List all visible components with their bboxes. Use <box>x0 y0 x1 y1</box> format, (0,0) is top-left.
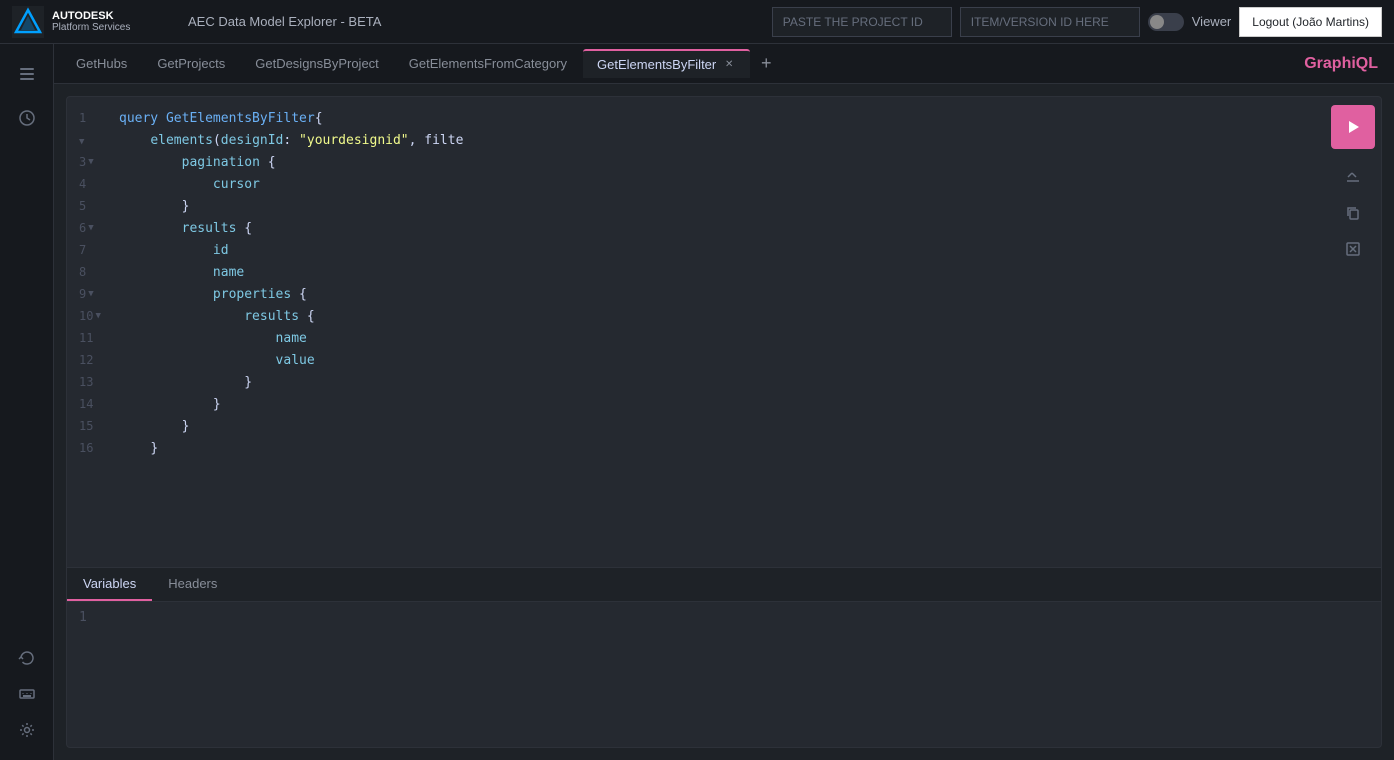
editor-area: 1 query GetElementsByFilter{ ▼ elements(… <box>54 84 1394 760</box>
graphiql-label: GraphiQL <box>1304 55 1386 73</box>
code-line-6: 6 ▼ results { <box>67 219 1325 241</box>
tab-add-button[interactable]: + <box>752 50 780 78</box>
code-line-1: 1 query GetElementsByFilter{ <box>67 109 1325 131</box>
viewer-toggle: Viewer <box>1148 13 1232 31</box>
viewer-label: Viewer <box>1192 14 1232 29</box>
app-title: AEC Data Model Explorer - BETA <box>188 14 756 29</box>
code-line-14: 14 } <box>67 395 1325 417</box>
sidebar-bottom <box>9 640 45 748</box>
bottom-line-num: 1 <box>79 610 87 625</box>
prettify-button[interactable] <box>1337 161 1369 193</box>
code-line-4: 4 cursor <box>67 175 1325 197</box>
code-line-8: 8 name <box>67 263 1325 285</box>
clear-button[interactable] <box>1337 233 1369 265</box>
autodesk-logo <box>12 6 44 38</box>
bottom-tabs: Variables Headers <box>67 568 1381 602</box>
list-icon <box>18 65 36 83</box>
sidebar-icon-history[interactable] <box>9 100 45 136</box>
code-line-9: 9 ▼ properties { <box>67 285 1325 307</box>
history-icon <box>18 109 36 127</box>
code-line-13: 13 } <box>67 373 1325 395</box>
tab-gethubs[interactable]: GetHubs <box>62 50 141 77</box>
content-area: GetHubs GetProjects GetDesignsByProject … <box>54 44 1394 760</box>
copy-button[interactable] <box>1337 197 1369 229</box>
refresh-icon <box>18 649 36 667</box>
clear-icon <box>1345 241 1361 257</box>
editor-panel: 1 query GetElementsByFilter{ ▼ elements(… <box>66 96 1382 748</box>
tab-getdesignsbyproject[interactable]: GetDesignsByProject <box>241 50 393 77</box>
main-layout: GetHubs GetProjects GetDesignsByProject … <box>0 44 1394 760</box>
keyboard-icon <box>18 685 36 703</box>
bottom-panel: Variables Headers 1 <box>67 567 1381 747</box>
code-line-7: 7 id <box>67 241 1325 263</box>
editor-sidebar-btns <box>1325 97 1381 567</box>
editor-top: 1 query GetElementsByFilter{ ▼ elements(… <box>67 97 1381 567</box>
play-icon <box>1344 118 1362 136</box>
code-line-16: 16 } <box>67 439 1325 461</box>
code-editor[interactable]: 1 query GetElementsByFilter{ ▼ elements(… <box>67 97 1325 567</box>
run-query-button[interactable] <box>1331 105 1375 149</box>
viewer-toggle-switch[interactable] <box>1148 13 1184 31</box>
code-line-12: 12 value <box>67 351 1325 373</box>
bottom-tab-variables[interactable]: Variables <box>67 568 152 601</box>
item-version-input[interactable] <box>960 7 1140 37</box>
code-line-2: ▼ elements(designId: "yourdesignid", fil… <box>67 131 1325 153</box>
sidebar-icon-refresh[interactable] <box>9 640 45 676</box>
sidebar-icon-keyboard[interactable] <box>9 676 45 712</box>
code-line-15: 15 } <box>67 417 1325 439</box>
tab-getprojects[interactable]: GetProjects <box>143 50 239 77</box>
bottom-content[interactable]: 1 <box>67 602 1381 747</box>
copy-icon <box>1345 205 1361 221</box>
settings-icon <box>18 721 36 739</box>
tabs-bar: GetHubs GetProjects GetDesignsByProject … <box>54 44 1394 84</box>
code-line-11: 11 name <box>67 329 1325 351</box>
logout-button[interactable]: Logout (João Martins) <box>1239 7 1382 37</box>
tab-getelementsbyfilter[interactable]: GetElementsByFilter ✕ <box>583 49 750 78</box>
toggle-knob <box>1150 15 1164 29</box>
header-inputs: Viewer Logout (João Martins) <box>772 7 1382 37</box>
code-line-5: 5 } <box>67 197 1325 219</box>
logo-text: AUTODESK Platform Services <box>52 10 130 33</box>
code-line-10: 10 ▼ results { <box>67 307 1325 329</box>
logo-area: AUTODESK Platform Services <box>12 6 172 38</box>
header: AUTODESK Platform Services AEC Data Mode… <box>0 0 1394 44</box>
sidebar-icon-list[interactable] <box>9 56 45 92</box>
sidebar <box>0 44 54 760</box>
code-line-3: 3 ▼ pagination { <box>67 153 1325 175</box>
bottom-tab-headers[interactable]: Headers <box>152 568 233 601</box>
project-id-input[interactable] <box>772 7 952 37</box>
tab-getelementsfromcategory[interactable]: GetElementsFromCategory <box>395 50 581 77</box>
tab-close-getelementsbyfilter[interactable]: ✕ <box>722 58 736 72</box>
sidebar-icon-settings[interactable] <box>9 712 45 748</box>
prettify-icon <box>1345 169 1361 185</box>
